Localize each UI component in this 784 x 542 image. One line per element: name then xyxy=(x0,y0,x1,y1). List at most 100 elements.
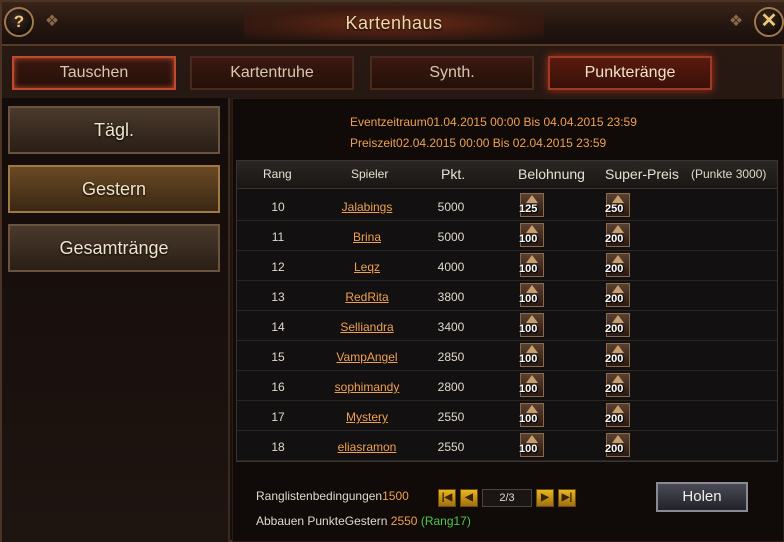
player-link[interactable]: eliasramon xyxy=(317,440,417,454)
tab-kartentruhe[interactable]: Kartentruhe xyxy=(190,56,354,90)
reward-amount: 125 xyxy=(519,203,538,215)
reward-amount: 100 xyxy=(519,233,538,245)
page-indicator: 2/3 xyxy=(482,489,532,507)
player-link[interactable]: Mystery xyxy=(317,410,417,424)
table-header: Rang Spieler Pkt. Belohnung Super-Preis … xyxy=(237,161,777,189)
reward-item-icon[interactable]: 100 xyxy=(519,343,544,367)
header-player: Spieler xyxy=(351,167,389,181)
table-row: 10 Jalabings 5000 125 250 xyxy=(237,191,777,221)
reward-amount: 100 xyxy=(519,413,538,425)
ranking-conditions: Ranglistenbedingungen1500 xyxy=(256,489,409,503)
claim-button[interactable]: Holen xyxy=(656,482,748,512)
table-row: 14 Selliandra 3400 100 200 xyxy=(237,311,777,341)
last-page-icon[interactable]: ▶| xyxy=(558,489,576,507)
rank-cell: 11 xyxy=(271,230,285,244)
my-points: Abbauen PunkteGestern 2550 (Rang17) xyxy=(256,514,471,528)
reward-amount: 100 xyxy=(519,383,538,395)
sidebar-item-yesterday[interactable]: Gestern xyxy=(8,165,220,213)
reward-item-icon[interactable]: 125 xyxy=(519,193,544,217)
reward-item-icon[interactable]: 100 xyxy=(519,403,544,427)
tab-tauschen[interactable]: Tauschen xyxy=(12,56,176,90)
close-button[interactable]: ✕ xyxy=(754,7,784,37)
reward-amount: 100 xyxy=(519,353,538,365)
kartenhaus-window: ? ❖ Kartenhaus ❖ ✕ Tauschen Kartentruhe … xyxy=(0,0,784,542)
prize-period: Preiszeit02.04.2015 00:00 Bis 02.04.2015… xyxy=(350,136,607,150)
super-prize-item-icon[interactable]: 250 xyxy=(605,193,630,217)
my-points-value: 2550 xyxy=(390,514,418,528)
ornament-right-icon: ❖ xyxy=(728,13,744,30)
tab-punkteraenge[interactable]: Punkteränge xyxy=(548,56,712,90)
super-prize-item-icon[interactable]: 200 xyxy=(605,433,630,457)
super-prize-item-icon[interactable]: 200 xyxy=(605,283,630,307)
super-prize-item-icon[interactable]: 200 xyxy=(605,373,630,397)
rank-cell: 13 xyxy=(271,290,285,304)
points-cell: 3800 xyxy=(437,290,465,304)
table-row: 13 RedRita 3800 100 200 xyxy=(237,281,777,311)
player-link[interactable]: sophimandy xyxy=(317,380,417,394)
points-cell: 5000 xyxy=(437,200,465,214)
sidebar-item-daily[interactable]: Tägl. xyxy=(8,106,220,154)
super-prize-amount: 200 xyxy=(605,353,624,365)
reward-item-icon[interactable]: 100 xyxy=(519,433,544,457)
table-row: 12 Leqz 4000 100 200 xyxy=(237,251,777,281)
super-prize-item-icon[interactable]: 200 xyxy=(605,403,630,427)
rank-cell: 18 xyxy=(271,440,285,454)
reward-item-icon[interactable]: 100 xyxy=(519,313,544,337)
ranking-table: Rang Spieler Pkt. Belohnung Super-Preis … xyxy=(236,160,778,462)
tab-synth[interactable]: Synth. xyxy=(370,56,534,90)
table-row: 16 sophimandy 2800 100 200 xyxy=(237,371,777,401)
points-cell: 4000 xyxy=(437,260,465,274)
super-prize-amount: 200 xyxy=(605,293,624,305)
points-cell: 5000 xyxy=(437,230,465,244)
player-link[interactable]: Leqz xyxy=(317,260,417,274)
super-prize-item-icon[interactable]: 200 xyxy=(605,223,630,247)
first-page-icon[interactable]: |◀ xyxy=(438,489,456,507)
prev-page-icon[interactable]: ◀ xyxy=(460,489,478,507)
points-cell: 2800 xyxy=(437,380,465,394)
reward-item-icon[interactable]: 100 xyxy=(519,373,544,397)
reward-item-icon[interactable]: 100 xyxy=(519,253,544,277)
super-prize-item-icon[interactable]: 200 xyxy=(605,343,630,367)
rank-cell: 12 xyxy=(271,260,285,274)
player-link[interactable]: Jalabings xyxy=(317,200,417,214)
rank-cell: 14 xyxy=(271,320,285,334)
my-rank: (Rang17) xyxy=(420,514,471,528)
player-link[interactable]: Brina xyxy=(317,230,417,244)
player-link[interactable]: Selliandra xyxy=(317,320,417,334)
header-points: Pkt. xyxy=(441,166,466,182)
window-title: Kartenhaus xyxy=(244,6,544,40)
super-prize-amount: 200 xyxy=(605,323,624,335)
header-reward: Belohnung xyxy=(518,166,585,182)
super-prize-item-icon[interactable]: 200 xyxy=(605,253,630,277)
reward-amount: 100 xyxy=(519,263,538,275)
points-cell: 2550 xyxy=(437,440,465,454)
rank-cell: 16 xyxy=(271,380,285,394)
rank-cell: 10 xyxy=(271,200,285,214)
tab-bar: Tauschen Kartentruhe Synth. Punkteränge xyxy=(2,56,784,92)
super-prize-amount: 200 xyxy=(605,233,624,245)
player-link[interactable]: RedRita xyxy=(317,290,417,304)
conditions-value: 1500 xyxy=(382,489,409,503)
table-row: 11 Brina 5000 100 200 xyxy=(237,221,777,251)
super-prize-amount: 200 xyxy=(605,383,624,395)
reward-amount: 100 xyxy=(519,323,538,335)
points-cell: 3400 xyxy=(437,320,465,334)
conditions-label: Ranglistenbedingungen xyxy=(256,489,383,503)
header-points-note: (Punkte 3000) xyxy=(691,167,767,181)
reward-item-icon[interactable]: 100 xyxy=(519,223,544,247)
super-prize-amount: 200 xyxy=(605,413,624,425)
my-points-label: Abbauen PunkteGestern xyxy=(256,514,388,528)
sidebar-item-overall[interactable]: Gesamtränge xyxy=(8,224,220,272)
reward-amount: 100 xyxy=(519,293,538,305)
reward-item-icon[interactable]: 100 xyxy=(519,283,544,307)
ornament-left-icon: ❖ xyxy=(44,13,60,30)
player-link[interactable]: VampAngel xyxy=(317,350,417,364)
rank-cell: 15 xyxy=(271,350,285,364)
next-page-icon[interactable]: ▶ xyxy=(536,489,554,507)
help-button[interactable]: ? xyxy=(4,7,34,37)
event-info: Eventzeitraum01.04.2015 00:00 Bis 04.04.… xyxy=(350,112,637,154)
table-row: 15 VampAngel 2850 100 200 xyxy=(237,341,777,371)
event-period: Eventzeitraum01.04.2015 00:00 Bis 04.04.… xyxy=(350,115,637,129)
super-prize-item-icon[interactable]: 200 xyxy=(605,313,630,337)
reward-amount: 100 xyxy=(519,443,538,455)
